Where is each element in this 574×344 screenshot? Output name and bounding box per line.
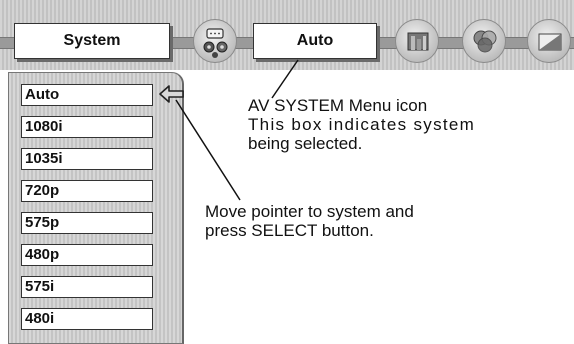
icon-note-line-2: This box indicates system bbox=[248, 115, 476, 134]
menu-bar: System Auto bbox=[0, 0, 574, 70]
pointer-note-line-2: press SELECT button. bbox=[205, 221, 374, 240]
system-option-480i[interactable]: 480i bbox=[21, 308, 153, 330]
selected-system-box: Auto bbox=[253, 23, 377, 59]
screen-menu-icon[interactable] bbox=[527, 19, 571, 63]
icon-note-line-1: AV SYSTEM Menu icon bbox=[248, 96, 428, 115]
system-option-575i[interactable]: 575i bbox=[21, 276, 153, 298]
system-menu-label: System bbox=[14, 23, 170, 59]
pointer-instruction-note: Move pointer to system and press SELECT … bbox=[205, 202, 414, 240]
system-option-575p[interactable]: 575p bbox=[21, 212, 153, 234]
system-option-1080i[interactable]: 1080i bbox=[21, 116, 153, 138]
system-list-panel: Auto 1080i 1035i 720p 575p 480p 575i 480… bbox=[8, 72, 184, 344]
av-system-icon-note: AV SYSTEM Menu icon This box indicates s… bbox=[248, 96, 475, 153]
icon-note-line-3: being selected. bbox=[248, 134, 363, 153]
pointer-note-line-1: Move pointer to system and bbox=[205, 202, 414, 221]
av-system-menu-icon[interactable] bbox=[193, 19, 237, 63]
image-menu-icon[interactable] bbox=[395, 19, 439, 63]
system-option-auto[interactable]: Auto bbox=[21, 84, 153, 106]
system-option-1035i[interactable]: 1035i bbox=[21, 148, 153, 170]
system-option-720p[interactable]: 720p bbox=[21, 180, 153, 202]
color-menu-icon[interactable] bbox=[462, 19, 506, 63]
system-option-480p[interactable]: 480p bbox=[21, 244, 153, 266]
arrow-left-icon bbox=[159, 85, 184, 103]
